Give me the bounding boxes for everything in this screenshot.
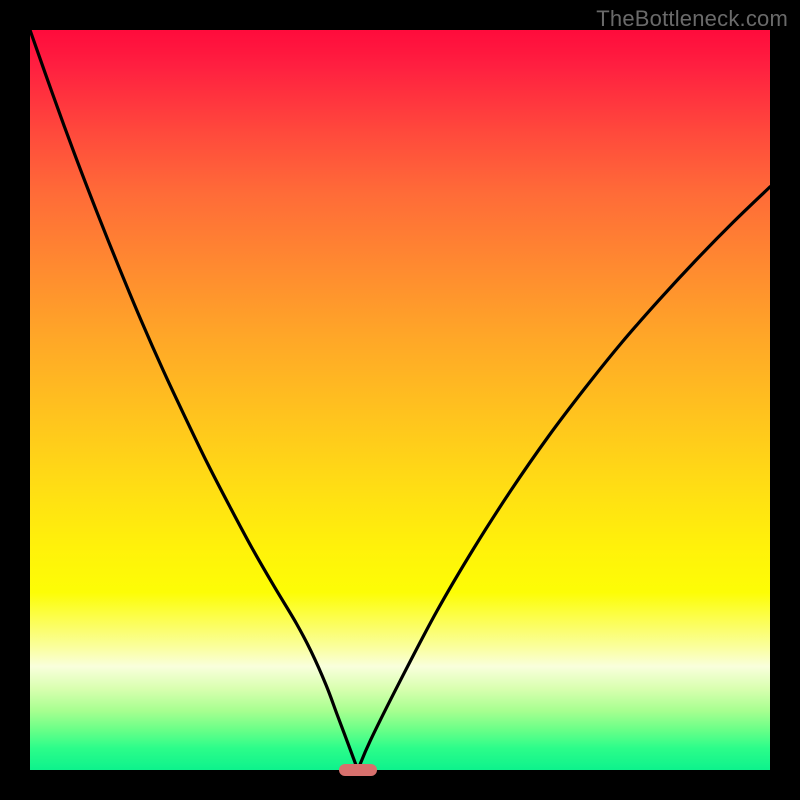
bottleneck-curve [30, 30, 770, 770]
curve-left-branch [30, 30, 358, 770]
plot-area [30, 30, 770, 770]
watermark-text: TheBottleneck.com [596, 6, 788, 32]
curve-right-branch [358, 187, 770, 770]
bottleneck-marker [339, 764, 377, 776]
chart-container: TheBottleneck.com [0, 0, 800, 800]
